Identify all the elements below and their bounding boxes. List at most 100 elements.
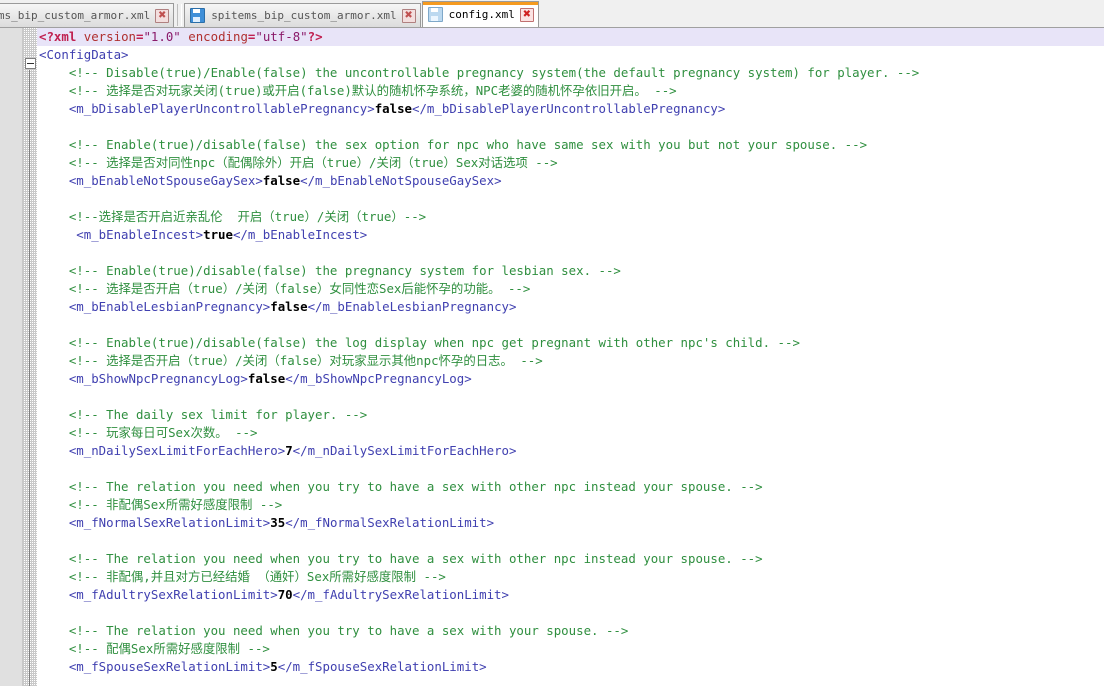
code-token-tagnm: <m_fNormalSexRelationLimit> xyxy=(39,515,271,530)
code-line[interactable] xyxy=(37,532,1104,550)
code-token-val: 5 xyxy=(270,659,278,674)
code-token-piattr: encoding xyxy=(188,29,248,44)
code-token-cmt: <!-- 玩家每日可Sex次数。 --> xyxy=(39,425,258,440)
code-line[interactable]: <m_bEnableIncest>true</m_bEnableIncest> xyxy=(37,226,1104,244)
code-token-cmt: <!-- 非配偶,并且对方已经结婚 （通奸）Sex所需好感度限制 --> xyxy=(39,569,446,584)
code-token-tagnm: </m_fSpouseSexRelationLimit> xyxy=(277,659,487,674)
code-line[interactable] xyxy=(37,316,1104,334)
code-line[interactable]: <!-- The relation you need when you try … xyxy=(37,622,1104,640)
code-line[interactable] xyxy=(37,118,1104,136)
tab-bar[interactable]: items_bip_custom_armor.xml ✖ spitems_bip… xyxy=(0,0,1104,28)
save-icon xyxy=(427,7,443,22)
code-line[interactable]: <!-- 配偶Sex所需好感度限制 --> xyxy=(37,640,1104,658)
code-token-pi: ?> xyxy=(307,29,323,44)
code-token-cmt: <!-- 配偶Sex所需好感度限制 --> xyxy=(39,641,270,656)
code-line[interactable] xyxy=(37,190,1104,208)
tab-itemsbipcustomarmor[interactable]: items_bip_custom_armor.xml ✖ xyxy=(0,3,175,27)
code-token-val: false xyxy=(262,173,301,188)
code-token-val: 7 xyxy=(285,443,293,458)
code-token-val: 35 xyxy=(270,515,286,530)
code-token-tagnm: </m_nDailySexLimitForEachHero> xyxy=(292,443,517,458)
code-line[interactable]: <m_bDisablePlayerUncontrollablePregnancy… xyxy=(37,100,1104,118)
code-token-tagnm: <m_bEnableLesbianPregnancy> xyxy=(39,299,271,314)
code-line[interactable]: <m_fSpouseSexRelationLimit>5</m_fSpouseS… xyxy=(37,658,1104,676)
code-token-piattr: version xyxy=(83,29,136,44)
code-line[interactable]: <!-- Enable(true)/disable(false) the log… xyxy=(37,334,1104,352)
code-token-val: false xyxy=(247,371,286,386)
code-token-pistr: "1.0" xyxy=(143,29,181,44)
code-line[interactable]: <m_bEnableNotSpouseGaySex>false</m_bEnab… xyxy=(37,172,1104,190)
code-token-pistr: "utf-8" xyxy=(255,29,308,44)
code-line[interactable]: <m_bEnableLesbianPregnancy>false</m_bEna… xyxy=(37,298,1104,316)
code-line[interactable]: <!-- 选择是否对玩家关闭(true)或开启(false)默认的随机怀孕系统，… xyxy=(37,82,1104,100)
code-token-cmt: <!-- The relation you need when you try … xyxy=(39,551,763,566)
code-token-cmt: <!-- Enable(true)/disable(false) the log… xyxy=(39,335,800,350)
code-line[interactable]: <!--选择是否开启近亲乱伦 开启（true）/关闭（true）--> xyxy=(37,208,1104,226)
code-line[interactable]: <?xml version="1.0" encoding="utf-8"?> xyxy=(37,28,1104,46)
code-line[interactable]: <!-- 玩家每日可Sex次数。 --> xyxy=(37,424,1104,442)
code-token-tagnm: <m_bEnableIncest> xyxy=(39,227,204,242)
code-token-cmt: <!-- 非配偶Sex所需好感度限制 --> xyxy=(39,497,283,512)
code-line[interactable]: <!-- Disable(true)/Enable(false) the unc… xyxy=(37,64,1104,82)
code-line[interactable] xyxy=(37,244,1104,262)
code-line[interactable]: <!-- The relation you need when you try … xyxy=(37,478,1104,496)
code-line[interactable]: <!-- 非配偶Sex所需好感度限制 --> xyxy=(37,496,1104,514)
code-line[interactable]: <!-- The relation you need when you try … xyxy=(37,550,1104,568)
close-icon[interactable]: ✖ xyxy=(401,8,416,23)
code-token-cmt: <!-- The relation you need when you try … xyxy=(39,623,629,638)
code-token-cmt: <!--选择是否开启近亲乱伦 开启（true）/关闭（true）--> xyxy=(39,209,427,224)
line-number-gutter xyxy=(0,28,23,686)
code-token-cmt: <!-- Disable(true)/Enable(false) the unc… xyxy=(39,65,920,80)
code-token-tagnm: </m_fNormalSexRelationLimit> xyxy=(285,515,495,530)
close-icon[interactable]: ✖ xyxy=(155,8,170,23)
code-line[interactable] xyxy=(37,388,1104,406)
code-token-tagnm: </m_fAdultrySexRelationLimit> xyxy=(292,587,509,602)
code-token-tagnm: </m_bShowNpcPregnancyLog> xyxy=(285,371,472,386)
code-token-cmt: <!-- The relation you need when you try … xyxy=(39,479,763,494)
code-token-cmt: <!-- 选择是否对玩家关闭(true)或开启(false)默认的随机怀孕系统，… xyxy=(39,83,677,98)
code-token-tagnm: </m_bEnableLesbianPregnancy> xyxy=(307,299,517,314)
code-token-val: false xyxy=(374,101,413,116)
code-token-val: 70 xyxy=(277,587,293,602)
code-token-val: false xyxy=(270,299,308,314)
code-token-tagnm: <m_bDisablePlayerUncontrollablePregnancy… xyxy=(39,101,375,116)
code-token-cmt: <!-- 选择是否开启（true）/关闭（false）对玩家显示其他npc怀孕的… xyxy=(39,353,543,368)
code-line[interactable]: <ConfigData> xyxy=(37,46,1104,64)
code-line[interactable]: <m_fNormalSexRelationLimit>35</m_fNormal… xyxy=(37,514,1104,532)
code-line[interactable]: <m_bShowNpcPregnancyLog>false</m_bShowNp… xyxy=(37,370,1104,388)
code-line[interactable]: <!-- 选择是否开启（true）/关闭（false）对玩家显示其他npc怀孕的… xyxy=(37,352,1104,370)
code-editor[interactable]: <?xml version="1.0" encoding="utf-8"?> <C… xyxy=(0,28,1104,686)
code-token-pi: <?xml xyxy=(39,29,84,44)
code-token-cmt: <!-- The daily sex limit for player. --> xyxy=(39,407,368,422)
tab-label: config.xml xyxy=(448,8,515,21)
fold-margin[interactable] xyxy=(23,28,37,686)
code-line[interactable] xyxy=(37,604,1104,622)
code-line[interactable]: <m_fAdultrySexRelationLimit>70</m_fAdult… xyxy=(37,586,1104,604)
code-token-tagnm: <m_fSpouseSexRelationLimit> xyxy=(39,659,271,674)
code-token-cmt: <!-- 选择是否对同性npc（配偶除外）开启（true）/关闭（true）Se… xyxy=(39,155,558,170)
code-token-cmt: <!-- Enable(true)/disable(false) the pre… xyxy=(39,263,621,278)
close-icon[interactable]: ✖ xyxy=(519,7,534,22)
save-icon xyxy=(190,8,206,23)
tab-divider xyxy=(177,4,183,26)
code-line[interactable]: <!-- Enable(true)/disable(false) the sex… xyxy=(37,136,1104,154)
code-line[interactable]: <!-- The daily sex limit for player. --> xyxy=(37,406,1104,424)
code-token-val: true xyxy=(203,227,233,242)
tab-spitemsbipcustomarmor[interactable]: spitems_bip_custom_armor.xml ✖ xyxy=(184,3,421,27)
code-content[interactable]: <?xml version="1.0" encoding="utf-8"?> <C… xyxy=(37,28,1104,686)
code-line[interactable]: <!-- 非配偶,并且对方已经结婚 （通奸）Sex所需好感度限制 --> xyxy=(37,568,1104,586)
code-line[interactable]: <!-- 选择是否开启（true）/关闭（false）女同性恋Sex后能怀孕的功… xyxy=(37,280,1104,298)
code-line[interactable] xyxy=(37,460,1104,478)
code-token-tagbr: <ConfigData> xyxy=(39,47,129,62)
code-token-cmt: <!-- 选择是否开启（true）/关闭（false）女同性恋Sex后能怀孕的功… xyxy=(39,281,531,296)
tab-config[interactable]: config.xml ✖ xyxy=(421,1,539,27)
code-line[interactable]: <!-- 选择是否对同性npc（配偶除外）开启（true）/关闭（true）Se… xyxy=(37,154,1104,172)
fold-collapse-icon[interactable] xyxy=(25,58,36,69)
code-line[interactable]: <!-- Enable(true)/disable(false) the pre… xyxy=(37,262,1104,280)
code-token-tagnm: <m_fAdultrySexRelationLimit> xyxy=(39,587,278,602)
code-token-tagnm: <m_bShowNpcPregnancyLog> xyxy=(39,371,248,386)
tab-label: spitems_bip_custom_armor.xml xyxy=(211,9,397,22)
code-token-tagnm: </m_bEnableNotSpouseGaySex> xyxy=(300,173,502,188)
code-line[interactable]: <m_nDailySexLimitForEachHero>7</m_nDaily… xyxy=(37,442,1104,460)
tab-label: items_bip_custom_armor.xml xyxy=(0,9,151,22)
